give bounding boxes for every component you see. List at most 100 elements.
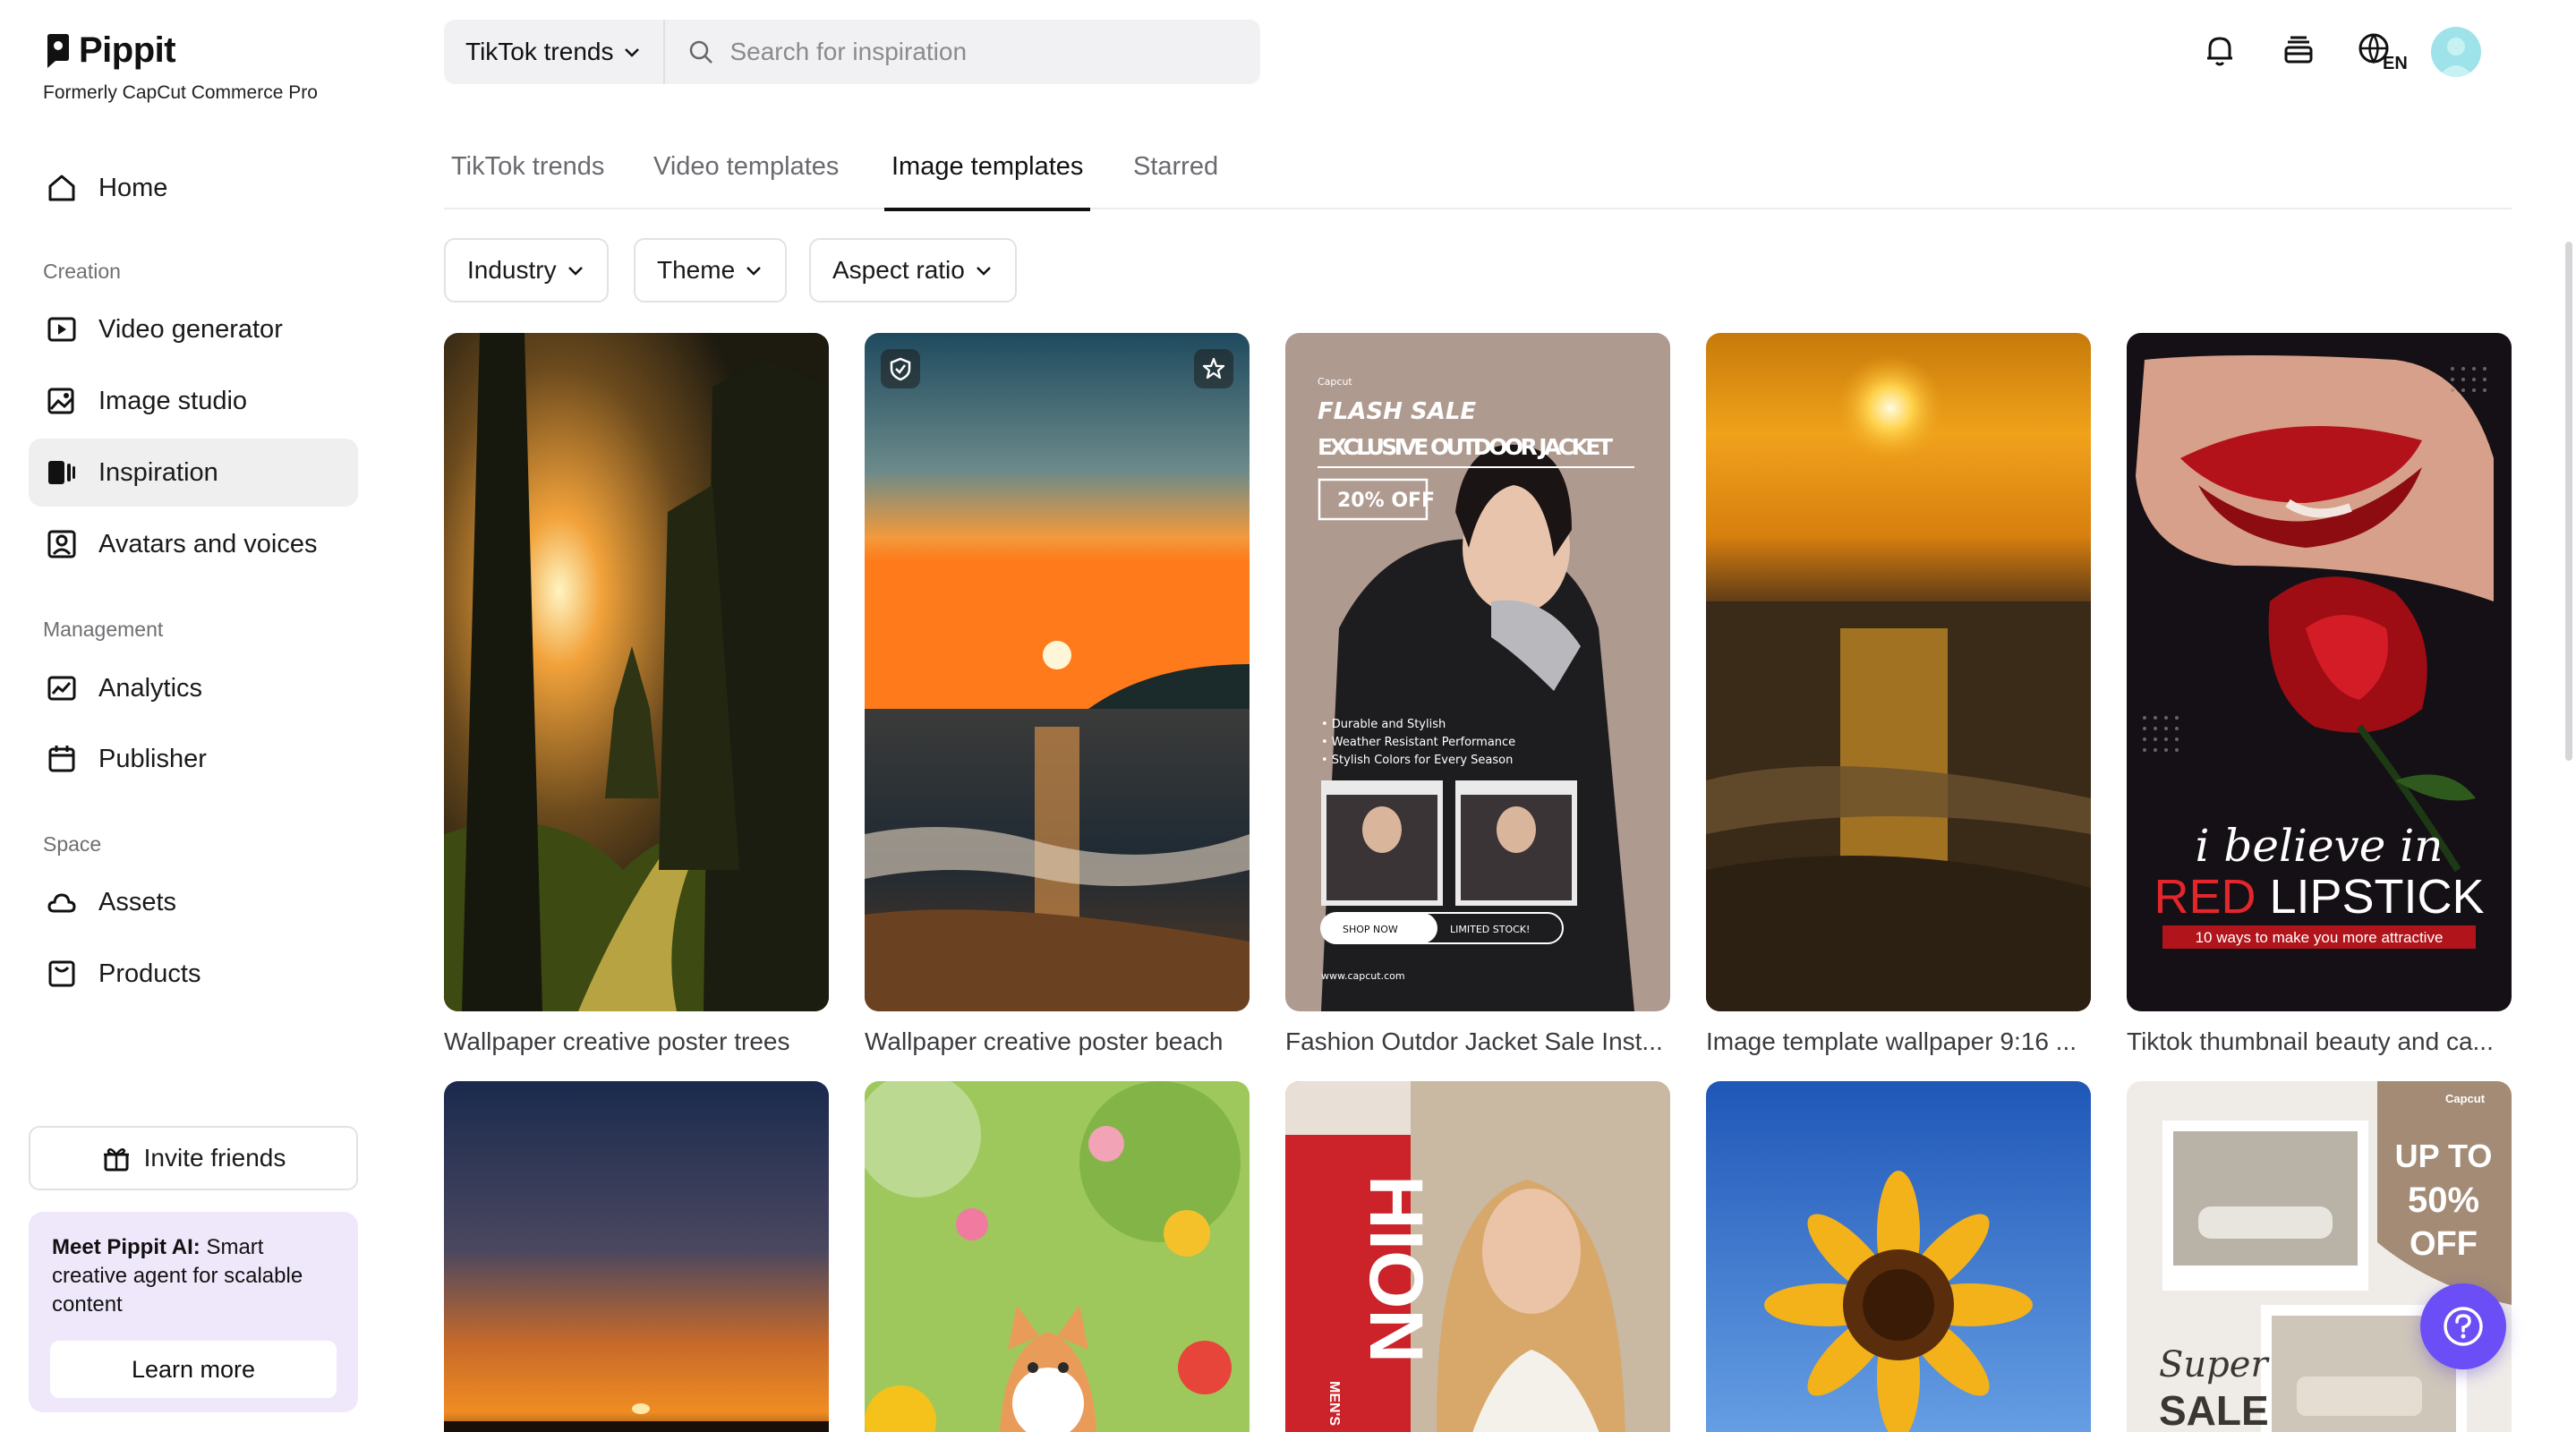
learn-more-button[interactable]: Learn more	[50, 1341, 337, 1398]
stack-button[interactable]	[2275, 27, 2322, 73]
search-input[interactable]	[729, 38, 1232, 66]
template-thumbnail[interactable]: Capcut UP TO 50% OFF Super SALE	[2127, 1081, 2512, 1432]
sidebar-item-label: Home	[98, 173, 168, 202]
sidebar-item-inspiration[interactable]: Inspiration	[29, 439, 358, 507]
question-icon	[2444, 1307, 2483, 1346]
lipstick-poster-image: i believe in RED LIPSTICK 10 ways to mak…	[2127, 333, 2512, 1011]
jacket-shop-now: SHOP NOW	[1343, 924, 1398, 935]
furniture-brand: Capcut	[2445, 1092, 2486, 1105]
pippit-logo-icon	[47, 33, 69, 68]
search-bar: TikTok trends	[444, 20, 1260, 84]
shield-icon	[890, 357, 911, 381]
promo-text: Meet Pippit AI: Smart creative agent for…	[52, 1233, 335, 1319]
cat-flowers-image	[865, 1081, 1250, 1432]
chevron-down-icon	[746, 267, 762, 276]
template-card[interactable]	[1706, 1081, 2091, 1432]
star-button[interactable]	[1194, 349, 1233, 388]
template-card[interactable]: Wallpaper creative poster trees	[444, 333, 829, 1056]
tab-tiktok-trends[interactable]: TikTok trends	[451, 152, 604, 209]
beach-sunset-image	[865, 333, 1250, 1011]
template-card[interactable]: Image template wallpaper 9:16 ...	[1706, 333, 2091, 1056]
sidebar-item-analytics[interactable]: Analytics	[29, 654, 358, 722]
tab-video-templates[interactable]: Video templates	[653, 152, 839, 209]
notifications-button[interactable]	[2196, 27, 2243, 73]
language-code: EN	[2383, 54, 2408, 71]
template-card[interactable]: Wallpaper creative poster beach	[865, 333, 1250, 1056]
template-card[interactable]: i believe in RED LIPSTICK 10 ways to mak…	[2127, 333, 2512, 1056]
category-select[interactable]: TikTok trends	[444, 20, 666, 84]
sidebar-item-label: Image studio	[98, 386, 248, 415]
jacket-sale-poster-image: Capcut FLASH SALE EXCLUSIVE OUTDOOR JACK…	[1285, 333, 1670, 1011]
template-card[interactable]	[444, 1081, 829, 1432]
sidebar-item-home[interactable]: Home	[29, 154, 358, 222]
template-card[interactable]: HION MEN'S	[1285, 1081, 1670, 1432]
sidebar-item-label: Analytics	[98, 673, 203, 703]
avatar-icon	[47, 530, 76, 558]
globe-icon: EN	[2358, 33, 2408, 71]
template-thumbnail[interactable]	[865, 1081, 1250, 1432]
template-thumbnail[interactable]	[1706, 333, 2091, 1011]
star-icon	[1202, 357, 1225, 379]
section-label-creation: Creation	[43, 260, 121, 283]
bell-icon	[2207, 37, 2232, 66]
industry-filter[interactable]: Industry	[444, 238, 609, 303]
template-thumbnail[interactable]	[444, 1081, 829, 1432]
sidebar-item-label: Inspiration	[98, 457, 218, 487]
filter-label: Theme	[657, 256, 736, 284]
app-name: Pippit	[79, 30, 176, 70]
template-card[interactable]	[865, 1081, 1250, 1432]
sidebar-item-image-studio[interactable]: Image studio	[29, 367, 358, 435]
template-card[interactable]: Capcut FLASH SALE EXCLUSIVE OUTDOOR JACK…	[1285, 333, 1670, 1056]
jacket-headline2: EXCLUSIVE OUTDOOR JACKET	[1318, 434, 1613, 460]
jacket-bullet: • Stylish Colors for Every Season	[1321, 754, 1513, 767]
fashion-small-text: MEN'S	[1326, 1381, 1342, 1426]
category-select-value: TikTok trends	[465, 38, 614, 65]
template-thumbnail[interactable]: i believe in RED LIPSTICK 10 ways to mak…	[2127, 333, 2512, 1011]
user-avatar-icon	[2438, 38, 2474, 77]
template-thumbnail[interactable]	[865, 333, 1250, 1011]
chevron-down-icon	[976, 267, 991, 276]
calendar-icon	[48, 746, 75, 772]
sidebar-item-video-generator[interactable]: Video generator	[29, 295, 358, 363]
theme-filter[interactable]: Theme	[634, 238, 788, 303]
template-thumbnail[interactable]	[1706, 1081, 2091, 1432]
user-avatar[interactable]	[2431, 27, 2481, 77]
product-box-icon	[48, 960, 75, 987]
language-button[interactable]: EN	[2356, 27, 2410, 73]
tab-image-templates[interactable]: Image templates	[883, 152, 1091, 211]
search-icon	[690, 40, 713, 64]
tab-starred[interactable]: Starred	[1133, 152, 1218, 209]
furniture-up-to: UP TO	[2395, 1138, 2493, 1174]
dusk-sunset-image	[444, 1081, 829, 1432]
template-thumbnail[interactable]	[444, 333, 829, 1011]
template-card[interactable]: Capcut UP TO 50% OFF Super SALE	[2127, 1081, 2512, 1432]
forest-sunset-image	[444, 333, 829, 1011]
jacket-bullet: • Weather Resistant Performance	[1321, 736, 1515, 749]
furniture-super: Super	[2159, 1344, 2270, 1385]
promo-bold: Meet Pippit AI:	[52, 1235, 200, 1259]
sea-sunset-image	[1706, 333, 2091, 1011]
template-title: Fashion Outdor Jacket Sale Inst...	[1285, 1027, 1663, 1055]
invite-friends-button[interactable]: Invite friends	[29, 1126, 358, 1190]
sidebar-item-avatars-and-voices[interactable]: Avatars and voices	[29, 510, 358, 578]
sidebar-item-label: Video generator	[98, 314, 283, 344]
help-button[interactable]	[2420, 1283, 2506, 1369]
sidebar-item-publisher[interactable]: Publisher	[29, 725, 358, 793]
template-title: Wallpaper creative poster trees	[444, 1027, 790, 1055]
sidebar-item-assets[interactable]: Assets	[29, 868, 358, 936]
lipstick-red-word: RED	[2154, 870, 2256, 924]
furniture-off: OFF	[2410, 1225, 2478, 1263]
chevron-down-icon	[567, 267, 583, 276]
filter-label: Industry	[467, 256, 557, 284]
aspect-ratio-filter[interactable]: Aspect ratio	[809, 238, 1017, 303]
jacket-limited: LIMITED STOCK!	[1450, 924, 1530, 935]
scrollbar[interactable]	[2565, 242, 2572, 761]
jacket-brand: Capcut	[1318, 376, 1352, 388]
cloud-icon	[47, 893, 76, 913]
template-thumbnail[interactable]: HION MEN'S	[1285, 1081, 1670, 1432]
logo[interactable]: Pippit	[45, 30, 176, 71]
sidebar: Pippit Formerly CapCut Commerce Pro Home…	[0, 0, 376, 1432]
sidebar-item-products[interactable]: Products	[29, 940, 358, 1008]
template-thumbnail[interactable]: Capcut FLASH SALE EXCLUSIVE OUTDOOR JACK…	[1285, 333, 1670, 1011]
lipstick-line1: i believe in	[2196, 820, 2444, 872]
